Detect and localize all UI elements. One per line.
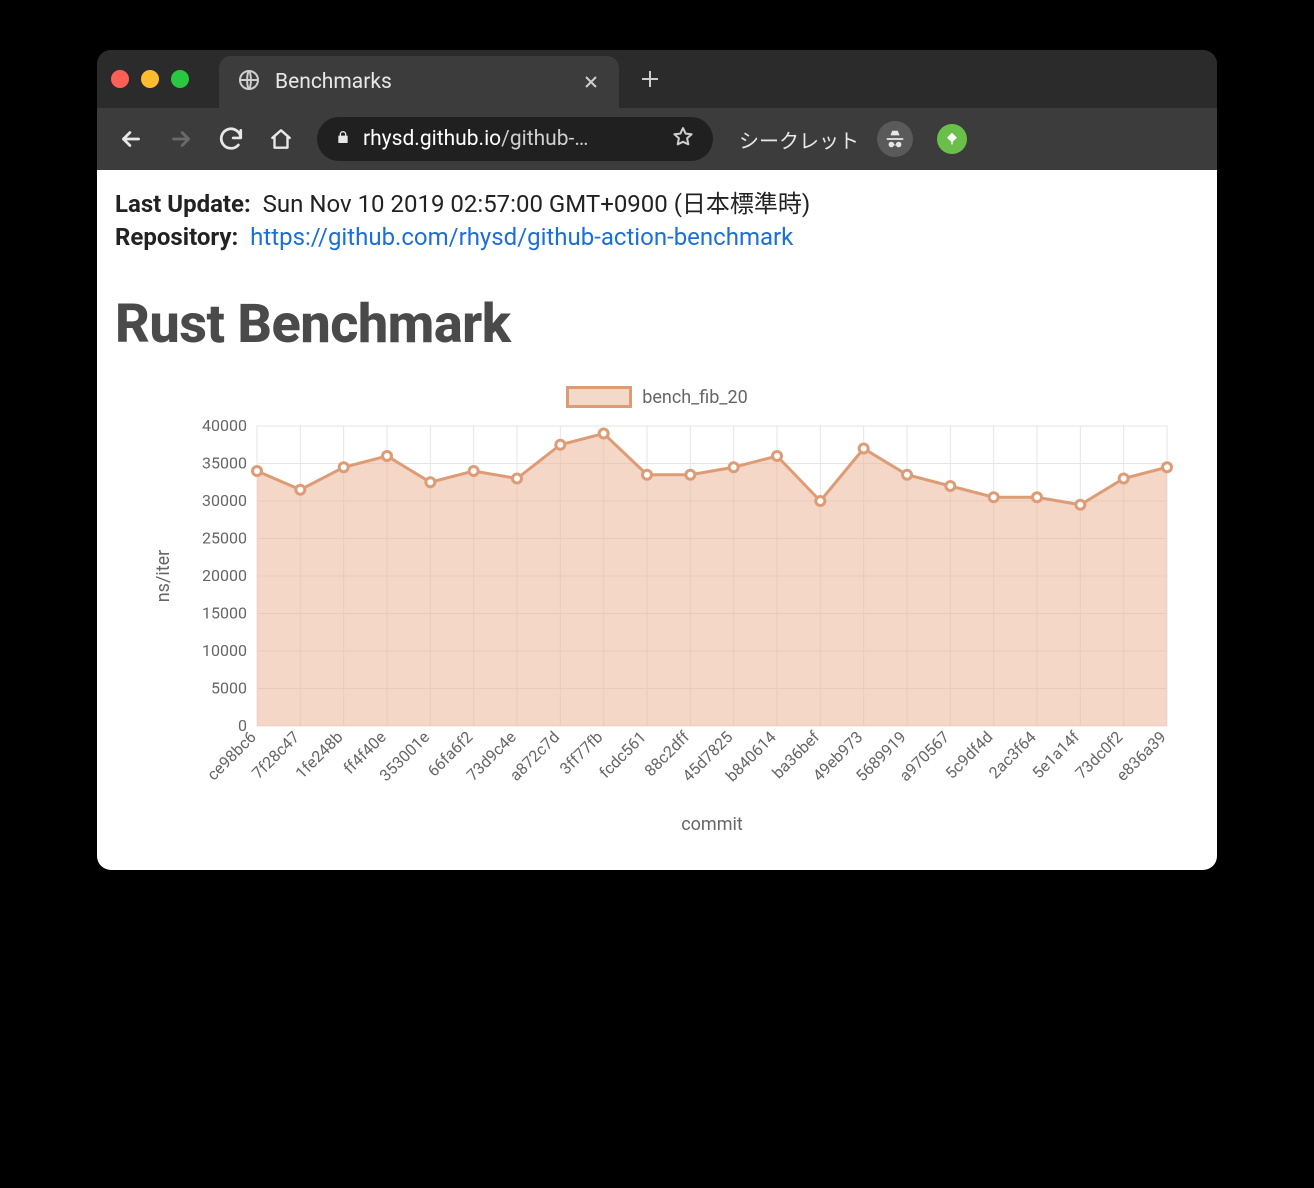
- svg-text:35000: 35000: [202, 454, 247, 473]
- svg-text:5000: 5000: [211, 679, 247, 698]
- svg-text:fcdc561: fcdc561: [595, 727, 650, 782]
- benchmark-chart: 0500010000150002000025000300003500040000…: [127, 416, 1187, 836]
- lock-icon: [335, 129, 351, 149]
- window-minimize-button[interactable]: [141, 70, 159, 88]
- chart-legend[interactable]: bench_fib_20: [127, 386, 1187, 408]
- svg-text:20000: 20000: [202, 566, 247, 585]
- repository-link[interactable]: https://github.com/rhysd/github-action-b…: [250, 223, 793, 251]
- repository-line: Repository: https://github.com/rhysd/git…: [115, 223, 1199, 251]
- browser-window: Benchmarks rhysd.github.io/github-…: [97, 50, 1217, 870]
- svg-text:30000: 30000: [202, 491, 247, 510]
- incognito-label: シークレット: [739, 125, 859, 154]
- url-text: rhysd.github.io/github-…: [363, 127, 659, 151]
- svg-text:1fe248b: 1fe248b: [291, 727, 346, 782]
- browser-titlebar: Benchmarks: [97, 50, 1217, 108]
- tab-title: Benchmarks: [275, 70, 567, 94]
- url-path: /github-…: [501, 127, 588, 151]
- svg-text:25000: 25000: [202, 529, 247, 548]
- legend-label: bench_fib_20: [642, 387, 748, 408]
- incognito-icon[interactable]: [877, 121, 913, 157]
- legend-swatch: [566, 386, 632, 408]
- repository-label: Repository:: [115, 223, 238, 251]
- svg-text:ns/iter: ns/iter: [153, 550, 174, 603]
- chart-container: bench_fib_20 050001000015000200002500030…: [127, 386, 1187, 836]
- last-update-line: Last Update: Sun Nov 10 2019 02:57:00 GM…: [115, 184, 1199, 219]
- svg-text:10000: 10000: [202, 641, 247, 660]
- tab-close-button[interactable]: [581, 72, 601, 92]
- last-update-label: Last Update:: [115, 190, 251, 218]
- globe-icon: [237, 68, 261, 96]
- window-close-button[interactable]: [111, 70, 129, 88]
- browser-tab[interactable]: Benchmarks: [219, 56, 619, 108]
- url-host: rhysd.github.io: [363, 127, 501, 151]
- new-tab-button[interactable]: [637, 66, 663, 92]
- window-maximize-button[interactable]: [171, 70, 189, 88]
- browser-toolbar: rhysd.github.io/github-… シークレット: [97, 108, 1217, 170]
- reload-button[interactable]: [211, 119, 251, 159]
- svg-text:15000: 15000: [202, 604, 247, 623]
- svg-text:7f28c47: 7f28c47: [248, 727, 303, 782]
- bookmark-star-icon[interactable]: [671, 125, 695, 153]
- back-button[interactable]: [111, 119, 151, 159]
- extension-badge-icon[interactable]: [937, 124, 967, 154]
- home-button[interactable]: [261, 119, 301, 159]
- svg-text:40000: 40000: [202, 416, 247, 435]
- svg-text:5c9df4d: 5c9df4d: [941, 727, 996, 782]
- window-controls: [111, 70, 189, 88]
- address-bar[interactable]: rhysd.github.io/github-…: [317, 117, 713, 161]
- svg-text:2ac3f64: 2ac3f64: [985, 727, 1040, 782]
- svg-text:ce98bc6: ce98bc6: [203, 727, 260, 784]
- svg-text:commit: commit: [681, 814, 743, 835]
- last-update-value: Sun Nov 10 2019 02:57:00 GMT+0900 (日本標準時…: [263, 190, 811, 218]
- page-title: Rust Benchmark: [115, 293, 1199, 356]
- forward-button[interactable]: [161, 119, 201, 159]
- page-content: Last Update: Sun Nov 10 2019 02:57:00 GM…: [97, 170, 1217, 870]
